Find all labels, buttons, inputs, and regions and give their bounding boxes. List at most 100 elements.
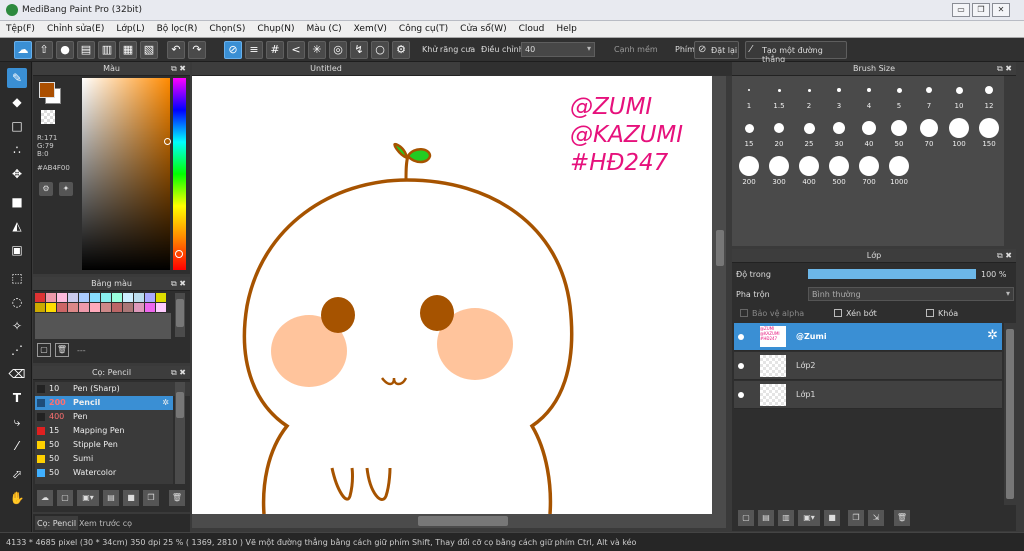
lasso-tool-icon[interactable]: ◌ [7, 292, 27, 312]
canvas-vertical-scrollbar[interactable] [714, 76, 726, 514]
panel-close-icon[interactable]: ⧉ ✖ [997, 62, 1012, 76]
merge-layer-icon[interactable]: ⇲ [868, 510, 884, 526]
new-brush-icon[interactable]: ▢ [57, 490, 73, 506]
brush-settings-icon[interactable]: ✲ [162, 396, 169, 410]
brush-size-option[interactable]: 1 [736, 80, 762, 116]
menu-help[interactable]: Help [550, 21, 583, 34]
primary-color-swatch[interactable] [39, 82, 55, 98]
layer-scrollbar[interactable] [1004, 323, 1016, 505]
menu-view[interactable]: Xem(V) [348, 21, 393, 34]
palette-swatch[interactable] [112, 293, 122, 302]
color-wheel-icon[interactable]: ⚙ [39, 182, 53, 196]
menu-filter[interactable]: Bộ lọc(R) [151, 21, 204, 34]
trash-icon[interactable]: 🗑 [169, 490, 185, 506]
opacity-slider[interactable] [808, 269, 976, 279]
palette-scrollbar[interactable] [175, 293, 185, 337]
grid-icon[interactable]: ▦ [119, 41, 137, 59]
brush-size-option[interactable]: 150 [976, 118, 1002, 154]
select-pen-tool-icon[interactable]: ⋰ [7, 340, 27, 360]
tab-brush-preview[interactable]: Xem trước cọ [79, 519, 132, 528]
visibility-icon[interactable] [738, 363, 744, 369]
folder-icon[interactable]: ■ [123, 490, 139, 506]
palette-swatch[interactable] [156, 293, 166, 302]
palette-swatch[interactable] [90, 293, 100, 302]
divide-tool-icon[interactable]: ⬀ [7, 464, 27, 484]
menu-window[interactable]: Cửa sổ(W) [454, 21, 512, 34]
folder-icon[interactable]: ■ [824, 510, 840, 526]
redo-icon[interactable]: ↷ [188, 41, 206, 59]
panel-close-icon[interactable]: ⧉ ✖ [171, 277, 186, 291]
new-halftone-layer-icon[interactable]: ▤ [758, 510, 774, 526]
perspective-snap-icon[interactable]: < [287, 41, 305, 59]
palette-swatch[interactable] [134, 293, 144, 302]
dot-tool-icon[interactable]: ∴ [7, 140, 27, 160]
brush-size-option[interactable]: 15 [736, 118, 762, 154]
move-tool-icon[interactable]: ✥ [7, 164, 27, 184]
trash-icon[interactable]: 🗑 [894, 510, 910, 526]
hand-tool-icon[interactable]: ✋ [7, 488, 27, 508]
brush-item-selected[interactable]: 200 Pencil ✲ [35, 396, 173, 410]
add-brush-menu-icon[interactable]: ▣▾ [77, 490, 99, 506]
radial-snap-icon[interactable]: ✳ [308, 41, 326, 59]
new-8bit-layer-icon[interactable]: ▥ [778, 510, 794, 526]
close-icon[interactable]: ✕ [992, 3, 1010, 17]
brush-size-option[interactable]: 1.5 [766, 80, 792, 116]
no-snap-icon[interactable]: ⊘ [224, 41, 242, 59]
curve-snap-icon[interactable]: ↯ [350, 41, 368, 59]
palette-swatch[interactable] [68, 293, 78, 302]
menu-snap[interactable]: Chụp(N) [251, 21, 300, 34]
lock-checkbox[interactable] [926, 309, 934, 317]
palette-swatch[interactable] [57, 293, 67, 302]
brush-tool-icon[interactable]: ✎ [7, 68, 27, 88]
visibility-icon[interactable] [738, 392, 744, 398]
layer-row[interactable]: Lớp2 [734, 352, 1002, 380]
straight-line-button[interactable]: ⁄ Tạo một đường thẳng [745, 41, 847, 64]
layer-row-selected[interactable]: @ZUMI @KAZUMI #HĐ247 @Zumi ✲ [734, 323, 1002, 351]
ellipse-snap-icon[interactable]: ○ [371, 41, 389, 59]
panel-close-icon[interactable]: ⧉ ✖ [997, 249, 1012, 263]
brush-size-option[interactable]: 500 [826, 156, 852, 192]
duplicate-icon[interactable]: ❐ [143, 490, 159, 506]
panel-close-icon[interactable]: ⧉ ✖ [171, 366, 186, 380]
protect-alpha-checkbox[interactable] [740, 309, 748, 317]
palette-swatch[interactable] [46, 303, 56, 312]
restore-icon[interactable]: ❐ [972, 3, 990, 17]
brush-size-option[interactable]: 1000 [886, 156, 912, 192]
palette-swatch[interactable] [90, 303, 100, 312]
panel-close-icon[interactable]: ⧉ ✖ [171, 62, 186, 76]
layer-row[interactable]: Lớp1 [734, 381, 1002, 409]
palette-swatch[interactable] [46, 293, 56, 302]
palette-swatch[interactable] [145, 303, 155, 312]
menu-cloud[interactable]: Cloud [513, 21, 551, 34]
brush-size-option[interactable]: 5 [886, 80, 912, 116]
brush-size-option[interactable]: 100 [946, 118, 972, 154]
brush-size-option[interactable]: 400 [796, 156, 822, 192]
brush-size-option[interactable]: 30 [826, 118, 852, 154]
clip-checkbox[interactable] [834, 309, 842, 317]
layer-settings-icon[interactable]: ✲ [987, 328, 998, 343]
comment-icon[interactable]: ● [56, 41, 74, 59]
menu-file[interactable]: Tệp(F) [0, 21, 41, 34]
brush-size-option[interactable]: 3 [826, 80, 852, 116]
hue-slider[interactable] [173, 78, 186, 270]
blend-select[interactable]: Bình thường ▾ [808, 287, 1014, 301]
menu-layer[interactable]: Lớp(L) [110, 21, 150, 34]
color-picker-icon[interactable]: ✦ [59, 182, 73, 196]
palette-swatch[interactable] [112, 303, 122, 312]
palette-swatch[interactable] [134, 303, 144, 312]
eyedropper-tool-icon[interactable]: ⁄ [7, 436, 27, 456]
rectangle-tool-icon[interactable]: □ [7, 116, 27, 136]
menu-tools[interactable]: Công cụ(T) [393, 21, 454, 34]
brush-size-option[interactable]: 200 [736, 156, 762, 192]
canvas-horizontal-scrollbar[interactable] [192, 514, 726, 528]
palette-swatch[interactable] [156, 303, 166, 312]
palette-swatch[interactable] [123, 303, 133, 312]
palette-swatch[interactable] [101, 293, 111, 302]
gradient-tool-icon[interactable]: ▣ [7, 240, 27, 260]
settings-snap-icon[interactable]: ⚙ [392, 41, 410, 59]
palette-swatch[interactable] [145, 293, 155, 302]
share-icon[interactable]: ⇧ [35, 41, 53, 59]
select-eraser-tool-icon[interactable]: ⌫ [7, 364, 27, 384]
adjust-select[interactable]: 40 ▾ [521, 42, 595, 57]
menu-color[interactable]: Màu (C) [301, 21, 348, 34]
